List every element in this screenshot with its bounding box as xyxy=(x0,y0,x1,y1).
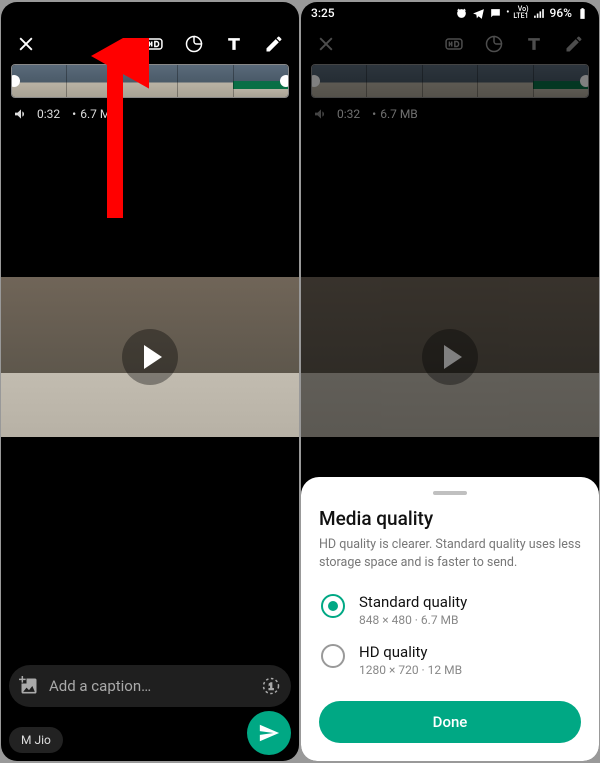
hd-button[interactable] xyxy=(137,27,171,61)
sound-icon[interactable] xyxy=(13,106,29,122)
pane-before: 0:32 6.7 MB Add a caption… 1 M Jio xyxy=(1,2,299,761)
video-meta: 0:32 6.7 MB xyxy=(301,98,599,130)
send-button[interactable] xyxy=(247,711,291,755)
video-preview[interactable] xyxy=(1,277,299,437)
text-button[interactable] xyxy=(217,27,251,61)
statusbar: 3:25 • Vo)LTE1 96% xyxy=(301,2,599,24)
video-size: 6.7 MB xyxy=(368,107,418,121)
option-title: HD quality xyxy=(359,643,462,661)
add-media-icon[interactable] xyxy=(19,676,39,696)
telegram-icon xyxy=(472,7,485,20)
thumb-frame xyxy=(66,65,121,97)
thumb-frame xyxy=(177,65,232,97)
sticker-button[interactable] xyxy=(177,27,211,61)
video-preview xyxy=(301,277,599,437)
status-right: • Vo)LTE1 96% xyxy=(455,6,589,20)
battery-icon xyxy=(576,7,589,20)
editor-toolbar xyxy=(301,24,599,64)
caption-bar[interactable]: Add a caption… 1 xyxy=(9,665,291,707)
option-sub: 1280 × 720 · 12 MB xyxy=(359,663,462,677)
editor-toolbar xyxy=(1,24,299,64)
hd-icon xyxy=(444,34,464,54)
sticker-button[interactable] xyxy=(477,27,511,61)
alarm-icon xyxy=(455,7,468,20)
recipient-chip[interactable]: M Jio xyxy=(9,727,63,753)
thumb-frame xyxy=(422,65,477,97)
done-button[interactable]: Done xyxy=(319,701,581,743)
close-button[interactable] xyxy=(9,27,43,61)
close-button[interactable] xyxy=(309,27,343,61)
sheet-desc: HD quality is clearer. Standard quality … xyxy=(319,536,581,571)
sound-icon xyxy=(313,106,329,122)
option-standard[interactable]: Standard quality 848 × 480 · 6.7 MB xyxy=(319,585,581,635)
option-hd[interactable]: HD quality 1280 × 720 · 12 MB xyxy=(319,635,581,685)
close-icon xyxy=(316,34,336,54)
sheet-title: Media quality xyxy=(319,507,581,530)
text-icon xyxy=(524,34,544,54)
hd-button[interactable] xyxy=(437,27,471,61)
text-icon xyxy=(224,34,244,54)
draw-button[interactable] xyxy=(257,27,291,61)
status-time: 3:25 xyxy=(311,6,335,20)
option-sub: 848 × 480 · 6.7 MB xyxy=(359,613,467,627)
close-icon xyxy=(16,34,36,54)
thumb-frame xyxy=(366,65,421,97)
battery-percent: 96% xyxy=(550,6,572,20)
thumb-frame xyxy=(12,65,66,97)
signal-icon xyxy=(533,7,546,20)
pane-after: 3:25 • Vo)LTE1 96% xyxy=(301,2,599,761)
video-duration: 0:32 xyxy=(37,107,60,121)
trim-end-handle[interactable] xyxy=(280,75,289,87)
radio-icon xyxy=(321,594,345,618)
statusbar xyxy=(1,2,299,24)
trim-end-handle[interactable] xyxy=(580,75,589,87)
thumb-frame xyxy=(122,65,177,97)
svg-text:1: 1 xyxy=(268,681,273,691)
play-button xyxy=(422,329,478,385)
video-duration: 0:32 xyxy=(337,107,360,121)
view-once-icon[interactable]: 1 xyxy=(261,676,281,696)
radio-icon xyxy=(321,644,345,668)
pencil-icon xyxy=(264,34,284,54)
caption-input[interactable]: Add a caption… xyxy=(49,677,251,695)
video-meta: 0:32 6.7 MB xyxy=(1,98,299,130)
send-icon xyxy=(258,722,280,744)
sheet-handle[interactable] xyxy=(433,491,467,495)
media-quality-sheet: Media quality HD quality is clearer. Sta… xyxy=(301,477,599,761)
sticker-icon xyxy=(484,34,504,54)
trim-timeline[interactable] xyxy=(311,64,589,98)
message-icon xyxy=(489,7,502,20)
trim-timeline[interactable] xyxy=(11,64,289,98)
text-button[interactable] xyxy=(517,27,551,61)
hd-icon xyxy=(144,34,164,54)
pencil-icon xyxy=(564,34,584,54)
draw-button[interactable] xyxy=(557,27,591,61)
video-size: 6.7 MB xyxy=(68,107,118,121)
sticker-icon xyxy=(184,34,204,54)
option-title: Standard quality xyxy=(359,593,467,611)
play-button[interactable] xyxy=(122,329,178,385)
thumb-frame xyxy=(477,65,532,97)
thumb-frame xyxy=(312,65,366,97)
